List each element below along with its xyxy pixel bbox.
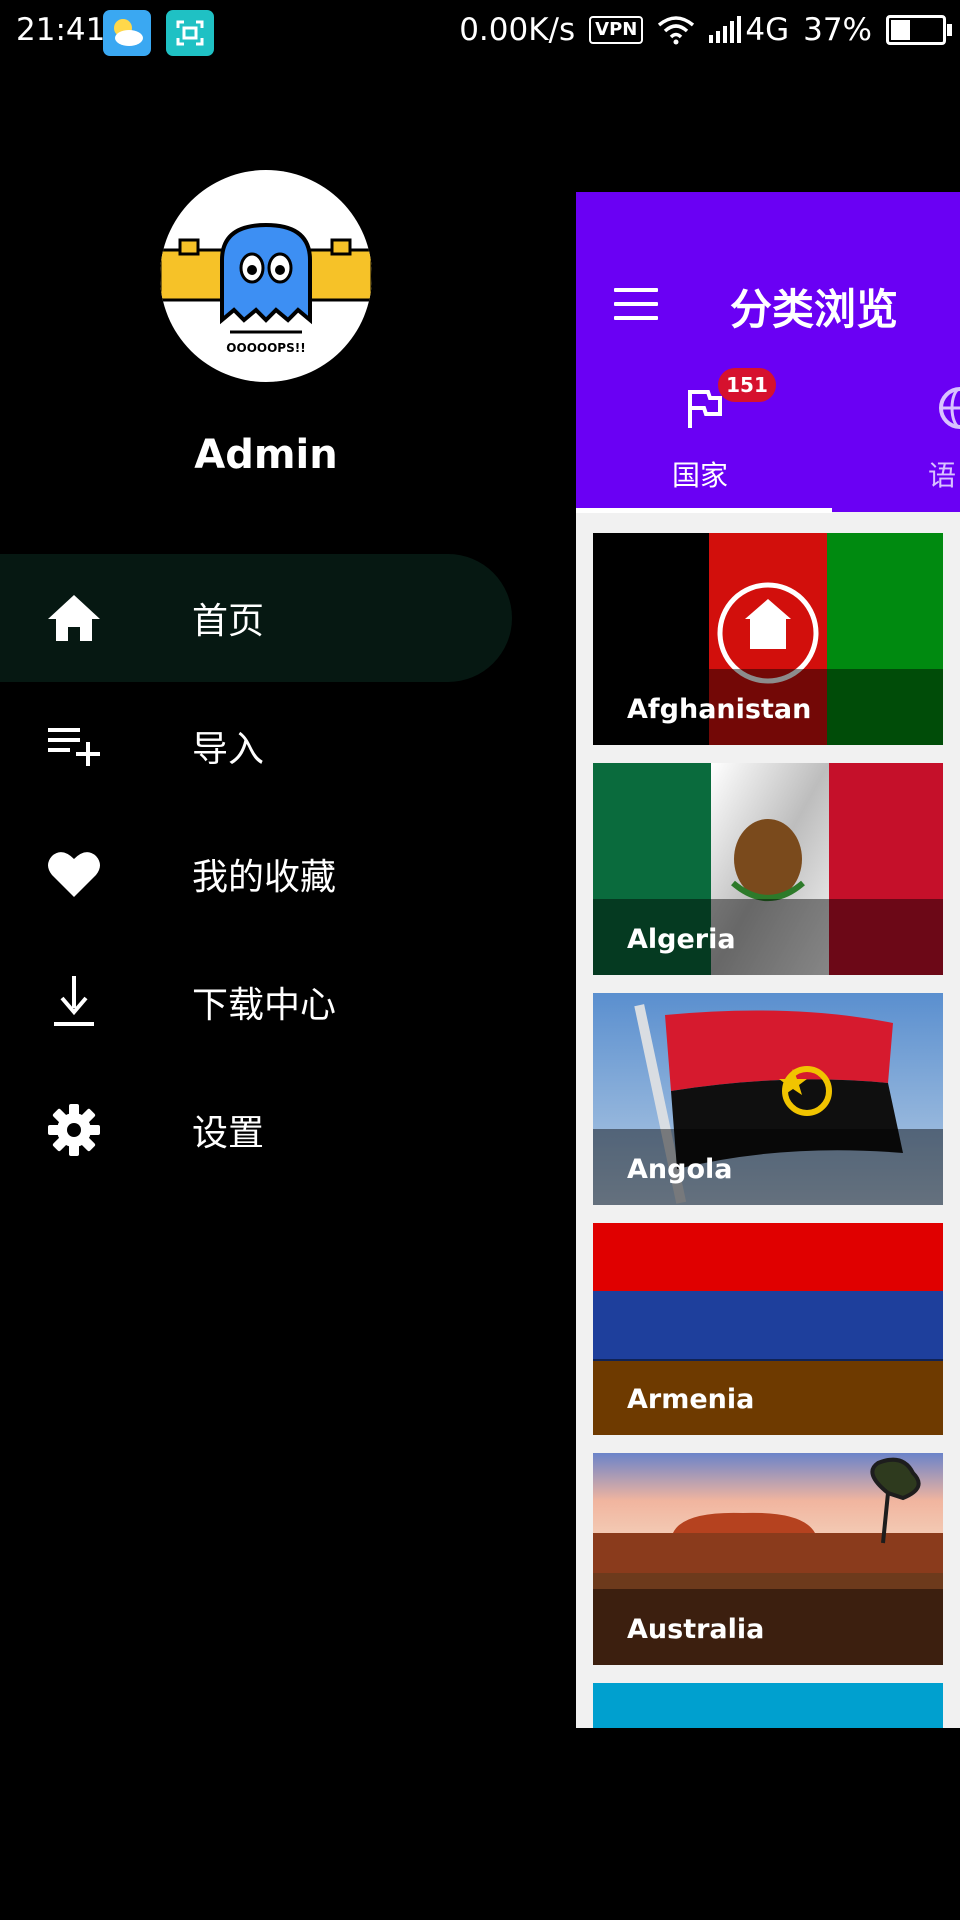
globe-icon	[939, 387, 960, 429]
drawer-item-settings[interactable]: 设置	[0, 1066, 512, 1194]
drawer-item-label: 导入	[192, 729, 265, 770]
battery-icon	[886, 15, 952, 45]
gear-icon	[46, 1102, 102, 1158]
signal-icon	[709, 16, 742, 43]
network-speed: 0.00K/s	[459, 12, 576, 48]
download-icon	[46, 974, 102, 1030]
avatar[interactable]: OOOOOPS!!	[160, 170, 372, 382]
drawer-item-home[interactable]: 首页	[0, 554, 512, 682]
battery-fill	[891, 20, 910, 40]
drawer-item-downloads[interactable]: 下载中心	[0, 938, 512, 1066]
drawer-item-import[interactable]: 导入	[0, 682, 512, 810]
home-icon	[46, 590, 102, 646]
heart-icon	[46, 846, 102, 902]
category-card-algeria[interactable]: Algeria	[593, 763, 943, 975]
category-card-australia[interactable]: Australia	[593, 1453, 943, 1665]
app-bar: 分类浏览 151 国家 语	[576, 192, 960, 513]
category-card-afghanistan[interactable]: Afghanistan	[593, 533, 943, 745]
tab-indicator	[576, 508, 832, 513]
tab-label: 国家	[672, 459, 729, 492]
category-card-angola[interactable]: Angola	[593, 993, 943, 1205]
flag-icon	[688, 390, 722, 428]
drawer-item-favorites[interactable]: 我的收藏	[0, 810, 512, 938]
avatar-caption: OOOOOPS!!	[226, 341, 305, 355]
tab-badge: 151	[718, 368, 776, 402]
main-panel: 分类浏览 151 国家 语 Afghanistan Algeria Angola…	[576, 192, 960, 1728]
username: Admin	[194, 432, 338, 478]
wifi-icon	[658, 16, 695, 45]
bottom-area	[0, 1728, 960, 1920]
card-title: Angola	[627, 1154, 733, 1185]
card-title: Armenia	[627, 1384, 755, 1415]
tab-label: 语	[928, 459, 957, 492]
navigation-drawer: OOOOOPS!! Admin 首页 导入 我的收藏 下载中心 设置	[0, 66, 576, 1726]
screenshot-icon	[166, 10, 214, 56]
category-card-armenia[interactable]: Armenia	[593, 1223, 943, 1435]
page-title: 分类浏览	[730, 285, 899, 334]
battery-percent: 37%	[803, 12, 872, 48]
category-card-partial[interactable]	[593, 1683, 943, 1728]
card-title: Australia	[627, 1614, 765, 1645]
drawer-item-label: 下载中心	[192, 985, 337, 1026]
card-title: Algeria	[627, 924, 736, 955]
drawer-item-label: 我的收藏	[192, 857, 337, 898]
drawer-item-label: 设置	[192, 1113, 265, 1154]
vpn-badge: VPN	[589, 16, 644, 44]
network-type: 4G	[745, 12, 790, 48]
card-title: Afghanistan	[627, 694, 812, 725]
status-time: 21:41	[16, 12, 106, 48]
menu-icon[interactable]	[614, 288, 658, 320]
weather-icon	[103, 10, 151, 56]
playlist-add-icon	[46, 718, 102, 774]
status-bar: 21:41 0.00K/s VPN 4G 37%	[0, 0, 960, 66]
drawer-item-label: 首页	[192, 601, 265, 642]
